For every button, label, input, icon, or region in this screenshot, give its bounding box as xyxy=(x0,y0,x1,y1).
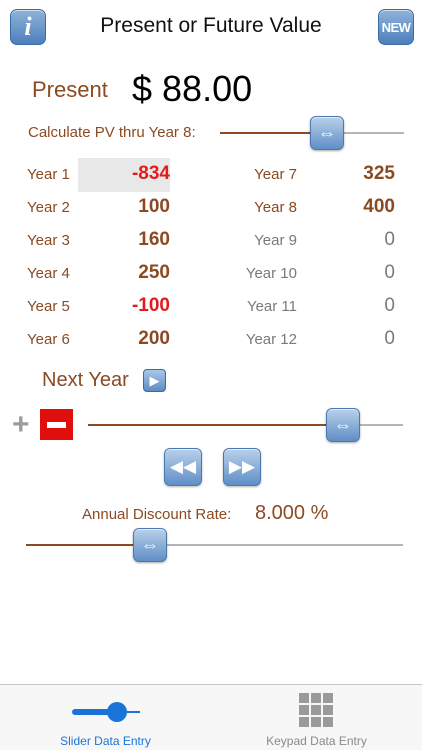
year-value[interactable]: 200 xyxy=(138,328,170,350)
year-label: Year 2 xyxy=(27,199,70,216)
year-label: Year 9 xyxy=(254,232,297,249)
year-value[interactable]: 0 xyxy=(384,328,395,350)
next-year-button[interactable]: ▶ xyxy=(143,369,166,392)
year-value[interactable]: 400 xyxy=(363,196,395,218)
slider-icon xyxy=(72,702,140,722)
year-label: Year 3 xyxy=(27,232,70,249)
year-value[interactable]: 100 xyxy=(138,196,170,218)
year-label: Year 7 xyxy=(254,166,297,183)
tab-slider-data-entry[interactable]: Slider Data Entry xyxy=(0,685,211,750)
next-year-fast-button[interactable]: ▶▶ xyxy=(223,448,261,486)
year-label: Year 10 xyxy=(245,265,297,282)
rate-slider-knob[interactable]: ⇔ xyxy=(133,528,167,562)
plus-icon[interactable]: + xyxy=(12,410,30,440)
year-label: Year 12 xyxy=(245,331,297,348)
year-label: Year 6 xyxy=(27,331,70,348)
minus-icon xyxy=(47,421,66,428)
discount-rate-slider[interactable]: ⇔ xyxy=(26,528,403,562)
rate-slider-fill xyxy=(26,544,150,546)
page-title: Present or Future Value xyxy=(100,14,322,37)
year-value[interactable]: 250 xyxy=(138,262,170,284)
year-value[interactable]: -100 xyxy=(132,295,170,317)
year-value[interactable]: 0 xyxy=(384,262,395,284)
year-value[interactable]: 325 xyxy=(363,163,395,185)
year-value[interactable]: 0 xyxy=(384,229,395,251)
present-value: $ 88.00 xyxy=(132,68,253,109)
minus-button[interactable] xyxy=(40,409,73,440)
year-value[interactable]: -834 xyxy=(132,163,170,185)
year-label: Year 5 xyxy=(27,298,70,315)
year-value[interactable]: 0 xyxy=(384,295,395,317)
present-label: Present xyxy=(32,77,108,102)
amount-slider[interactable]: ⇔ xyxy=(88,408,403,442)
year-label: Year 8 xyxy=(254,199,297,216)
tab-label: Keypad Data Entry xyxy=(266,734,367,748)
year-label: Year 4 xyxy=(27,265,70,282)
year-label: Year 11 xyxy=(246,298,297,315)
amount-slider-knob[interactable]: ⇔ xyxy=(326,408,360,442)
amount-slider-fill xyxy=(88,424,343,426)
discount-rate-value: 8.000 % xyxy=(255,502,329,524)
keypad-grid-icon xyxy=(299,693,333,727)
previous-year-button[interactable]: ◀◀ xyxy=(164,448,202,486)
tab-label: Slider Data Entry xyxy=(60,734,151,748)
calc-year-slider[interactable]: ⇔ xyxy=(220,116,404,150)
info-button[interactable]: i xyxy=(10,9,46,45)
new-button[interactable]: NEW xyxy=(378,9,414,45)
tab-bar: Slider Data Entry Keypad Data Entry xyxy=(0,684,422,750)
year-value[interactable]: 160 xyxy=(138,229,170,251)
tab-keypad-data-entry[interactable]: Keypad Data Entry xyxy=(211,685,422,750)
next-year-label: Next Year xyxy=(42,369,129,391)
discount-rate-label: Annual Discount Rate: xyxy=(82,506,232,523)
calculate-thru-label: Calculate PV thru Year 8: xyxy=(28,124,196,141)
year-label: Year 1 xyxy=(27,166,70,183)
calc-slider-knob[interactable]: ⇔ xyxy=(310,116,344,150)
